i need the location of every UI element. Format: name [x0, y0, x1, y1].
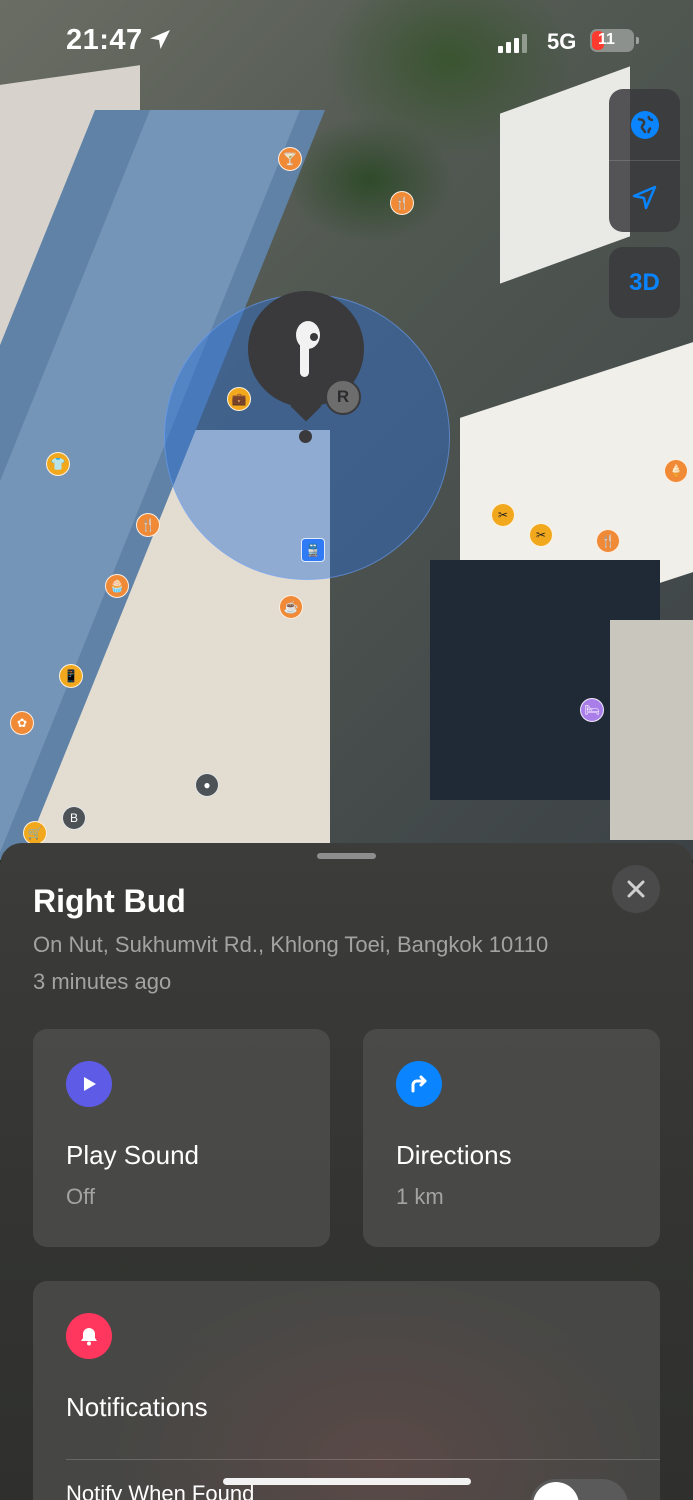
location-arrow-icon	[632, 185, 656, 209]
globe-icon	[630, 110, 659, 139]
track-location-button[interactable]	[609, 161, 680, 232]
map-style-button[interactable]	[609, 89, 680, 160]
marker-location-dot	[299, 430, 312, 443]
beauty-poi-icon[interactable]: ✿	[10, 711, 34, 735]
device-detail-sheet: Right Bud On Nut, Sukhumvit Rd., Khlong …	[0, 843, 693, 1500]
directions-card[interactable]: Directions 1 km	[363, 1029, 660, 1247]
right-bud-badge: R	[325, 379, 361, 415]
directions-icon-circle	[396, 1061, 442, 1107]
battery-level: 11	[598, 31, 615, 48]
sheet-grabber[interactable]	[317, 853, 376, 859]
home-indicator[interactable]	[223, 1478, 471, 1485]
play-sound-label: Play Sound	[66, 1140, 199, 1170]
notifications-card: Notifications Notify When Found	[33, 1281, 660, 1500]
status-bar: 21:47 5G 11	[0, 0, 693, 80]
location-services-icon	[150, 30, 170, 49]
transit-dot-poi-icon[interactable]: ●	[195, 773, 219, 797]
train-station-icon[interactable]: 🚆	[301, 538, 325, 562]
play-sound-card[interactable]: Play Sound Off	[33, 1029, 330, 1247]
phone-store-poi-icon[interactable]: 📱	[59, 664, 83, 688]
notifications-divider	[66, 1459, 660, 1460]
bank-poi-icon[interactable]: B	[62, 806, 86, 830]
coffee-poi-icon[interactable]: ☕	[279, 595, 303, 619]
last-seen-time: 3 minutes ago	[33, 969, 172, 994]
restaurant-poi-icon[interactable]: 🍴	[596, 529, 620, 553]
bar-poi-icon[interactable]: 🍸	[278, 147, 302, 171]
notifications-label: Notifications	[66, 1392, 208, 1422]
play-sound-icon-circle	[66, 1061, 112, 1107]
shopping-cart-poi-icon[interactable]: 🛒	[23, 821, 47, 845]
hotel-poi-icon[interactable]: 🛏	[580, 698, 604, 722]
bell-icon	[81, 1328, 97, 1346]
close-icon	[627, 880, 645, 898]
map-controls	[609, 89, 680, 232]
battery-icon: 11	[590, 29, 639, 52]
notifications-icon-circle	[66, 1313, 112, 1359]
play-sound-status: Off	[66, 1184, 95, 1209]
cellular-signal-icon	[498, 34, 527, 53]
close-button[interactable]	[612, 865, 660, 913]
directions-label: Directions	[396, 1140, 512, 1170]
beauty-salon-poi-icon[interactable]: ✂	[529, 523, 553, 547]
clock: 21:47	[66, 24, 143, 56]
restaurant-poi-icon[interactable]: 🍴	[390, 191, 414, 215]
directions-arrow-icon	[411, 1075, 427, 1093]
device-address: On Nut, Sukhumvit Rd., Khlong Toei, Bang…	[33, 932, 549, 957]
satellite-map[interactable]: 🍸 🍴 💼 👕 🍴 🧁 ☕ 📱 ✿ 🛒 B ● 🚆 🍦 ✂ ✂ 🍴 🛏 R 3D	[0, 0, 693, 860]
directions-distance: 1 km	[396, 1184, 444, 1209]
network-type: 5G	[547, 29, 577, 54]
restaurant-poi-icon[interactable]: 🍴	[136, 513, 160, 537]
ice-cream-poi-icon[interactable]: 🍦	[664, 459, 688, 483]
notify-when-found-toggle[interactable]	[530, 1479, 628, 1500]
beauty-salon-poi-icon[interactable]: ✂	[491, 503, 515, 527]
map-building	[610, 620, 693, 840]
device-name: Right Bud	[33, 883, 186, 919]
bakery-poi-icon[interactable]: 🧁	[105, 574, 129, 598]
clothing-poi-icon[interactable]: 👕	[46, 452, 70, 476]
play-icon	[84, 1077, 96, 1091]
3d-toggle-button[interactable]: 3D	[609, 247, 680, 318]
